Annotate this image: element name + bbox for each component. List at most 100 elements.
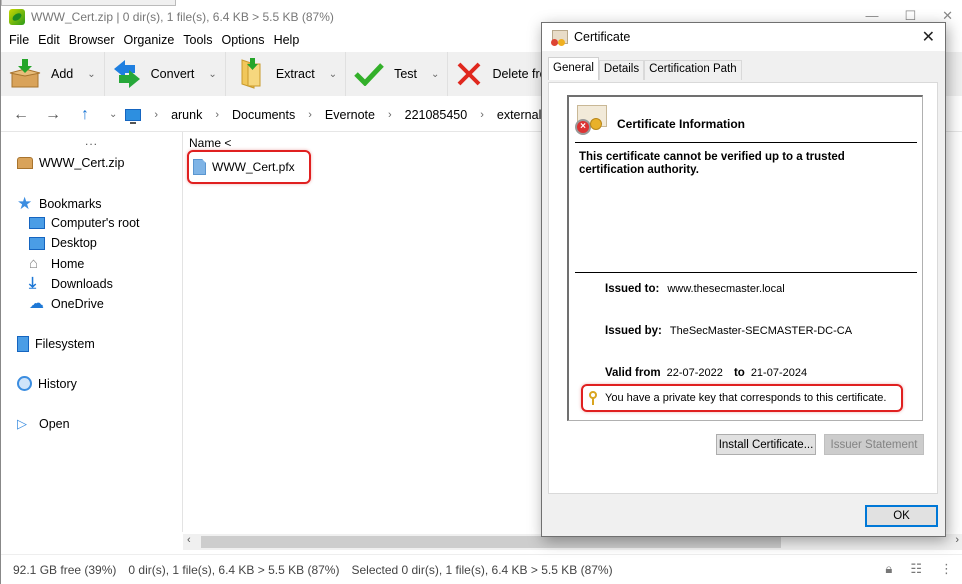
status-free-space: 92.1 GB free (39%): [13, 562, 117, 577]
add-label: Add: [51, 67, 74, 81]
issued-by-row: Issued by: TheSecMaster-SECMASTER-DC-CA: [605, 325, 852, 337]
breadcrumb-separator-icon: ›: [387, 108, 392, 121]
breadcrumb-evernote[interactable]: Evernote: [325, 108, 375, 122]
issuer-statement-button: Issuer Statement: [824, 434, 924, 455]
dialog-title-bar: Certificate ✕: [542, 23, 945, 51]
lock-icon[interactable]: 🔒︎: [885, 561, 892, 577]
column-header-name[interactable]: Name <: [189, 136, 231, 150]
sidebar-item-label: OneDrive: [51, 297, 104, 311]
certificate-icon: [551, 30, 568, 46]
breadcrumb-221085450[interactable]: 221085450: [405, 108, 468, 122]
sidebar-item-home[interactable]: ⌂ Home: [29, 256, 84, 272]
computer-icon: [29, 217, 45, 229]
sidebar-item-filesystem[interactable]: Filesystem: [17, 336, 95, 352]
sidebar-item-label: Desktop: [51, 236, 97, 250]
clock-icon: [17, 376, 32, 391]
forward-arrow-icon[interactable]: →: [41, 106, 65, 124]
key-icon: [589, 391, 597, 405]
sidebar-item-onedrive[interactable]: ☁ OneDrive: [29, 296, 104, 312]
sidebar-more-button[interactable]: ...: [85, 134, 98, 148]
back-arrow-icon[interactable]: ←: [9, 106, 33, 124]
scrollbar-thumb[interactable]: [201, 536, 781, 548]
issued-to-label: Issued to:: [605, 283, 660, 295]
test-button[interactable]: Test ⌄: [346, 52, 449, 96]
dialog-close-icon[interactable]: ✕: [922, 27, 935, 47]
window-title: WWW_Cert.zip | 0 dir(s), 1 file(s), 6.4 …: [31, 10, 334, 24]
menu-file[interactable]: File: [9, 30, 34, 50]
sidebar-item-label: Computer's root: [51, 216, 140, 230]
issued-to-row: Issued to: www.thesecmaster.local: [605, 283, 785, 295]
ok-button[interactable]: OK: [865, 505, 938, 527]
tab-general[interactable]: General: [548, 57, 599, 80]
sidebar-item-desktop[interactable]: Desktop: [29, 236, 97, 250]
menu-browser[interactable]: Browser: [69, 30, 120, 50]
menu-bar: File Edit Browser Organize Tools Options…: [1, 30, 308, 50]
valid-to-value: 21-07-2024: [750, 367, 808, 379]
path-history-chevron-icon[interactable]: ⌄: [109, 109, 117, 120]
file-icon: [193, 159, 206, 175]
menu-options[interactable]: Options: [221, 30, 269, 50]
cloud-icon: ☁: [29, 295, 44, 312]
status-bar: 92.1 GB free (39%) 0 dir(s), 1 file(s), …: [1, 554, 962, 584]
home-icon: ⌂: [29, 255, 39, 272]
tab-details[interactable]: Details: [598, 60, 645, 80]
scroll-right-icon[interactable]: ›: [955, 534, 959, 546]
convert-button[interactable]: Convert ⌄: [105, 52, 226, 96]
divider: [575, 272, 917, 273]
info-heading: Certificate Information: [617, 117, 746, 131]
breadcrumb-arunk[interactable]: arunk: [171, 108, 202, 122]
filesystem-icon: [17, 336, 29, 352]
sidebar-item-label: Home: [51, 257, 85, 271]
extract-label: Extract: [275, 67, 315, 81]
breadcrumb-separator-icon: ›: [215, 108, 220, 121]
app-logo-icon: [9, 9, 25, 25]
sidebar-item-history[interactable]: History: [17, 376, 77, 391]
up-arrow-icon[interactable]: ↑: [73, 106, 97, 124]
sidebar-item-label: Filesystem: [35, 337, 95, 351]
menu-help[interactable]: Help: [274, 30, 305, 50]
sidebar-item-archive[interactable]: WWW_Cert.zip: [17, 156, 124, 170]
sidebar: ... WWW_Cert.zip ★ Bookmarks Computer's …: [1, 132, 183, 532]
valid-from-value: 22-07-2022: [666, 367, 723, 379]
extract-button[interactable]: Extract ⌄: [226, 52, 347, 96]
play-icon: ▷: [17, 416, 27, 431]
sidebar-item-computers-root[interactable]: Computer's root: [29, 216, 140, 230]
convert-dropdown-chevron-icon[interactable]: ⌄: [208, 69, 216, 80]
computer-icon[interactable]: [125, 108, 142, 124]
breadcrumb-documents[interactable]: Documents: [232, 108, 295, 122]
menu-organize[interactable]: Organize: [124, 30, 180, 50]
extract-dropdown-chevron-icon[interactable]: ⌄: [329, 69, 337, 80]
download-icon: ⤓: [29, 275, 37, 292]
sidebar-item-downloads[interactable]: ⤓ Downloads: [29, 276, 113, 292]
breadcrumb-external[interactable]: external-: [497, 108, 546, 122]
menu-edit[interactable]: Edit: [38, 30, 65, 50]
add-dropdown-chevron-icon[interactable]: ⌄: [87, 69, 95, 80]
view-list-icon[interactable]: ☷: [910, 561, 922, 577]
status-summary: 0 dir(s), 1 file(s), 6.4 KB > 5.5 KB (87…: [128, 562, 340, 577]
sidebar-item-open[interactable]: ▷ Open: [17, 416, 70, 432]
valid-from-label: Valid from: [605, 367, 661, 379]
scroll-left-icon[interactable]: ‹: [187, 534, 191, 546]
add-button[interactable]: Add ⌄: [1, 52, 105, 96]
desktop-icon: [29, 236, 45, 250]
private-key-text: You have a private key that corresponds …: [605, 392, 887, 404]
install-certificate-button[interactable]: Install Certificate...: [716, 434, 816, 455]
private-key-note: You have a private key that corresponds …: [581, 384, 903, 412]
add-archive-icon: [9, 59, 41, 88]
extract-icon: [241, 58, 261, 89]
valid-to-label: to: [733, 367, 745, 379]
sidebar-item-label: History: [38, 376, 77, 391]
test-dropdown-chevron-icon[interactable]: ⌄: [431, 69, 439, 80]
more-options-icon[interactable]: ⋮: [940, 561, 953, 577]
archive-box-icon: [17, 157, 33, 169]
tab-certification-path[interactable]: Certification Path: [644, 60, 742, 80]
file-name: WWW_Cert.pfx: [212, 160, 295, 174]
dialog-tabs: General Details Certification Path: [548, 57, 742, 80]
menu-tools[interactable]: Tools: [183, 30, 217, 50]
sidebar-item-bookmarks[interactable]: ★ Bookmarks: [17, 195, 102, 212]
certificate-dialog: Certificate ✕ General Details Certificat…: [541, 22, 946, 537]
file-item[interactable]: WWW_Cert.pfx: [187, 150, 311, 184]
breadcrumb-separator-icon: ›: [480, 108, 484, 121]
sidebar-item-label: Open: [39, 417, 70, 431]
dialog-title: Certificate: [574, 30, 631, 44]
